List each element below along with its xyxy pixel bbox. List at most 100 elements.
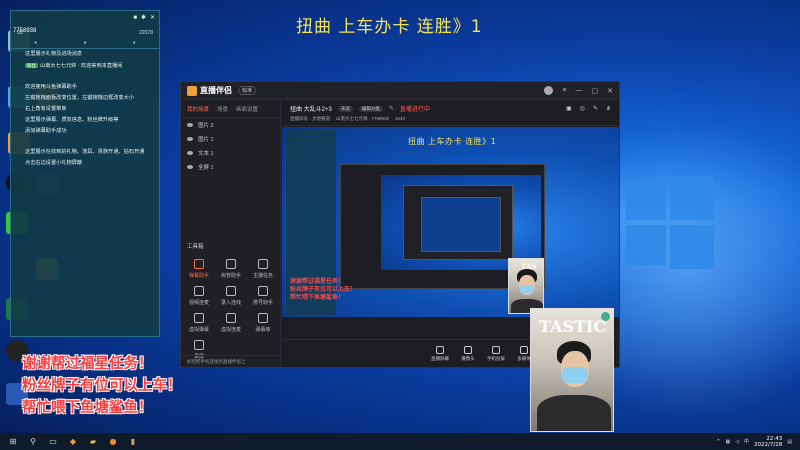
windows-logo-pane — [626, 225, 666, 265]
toolbox-heading: 工具箱 — [187, 244, 204, 250]
source-label: 图片 1 — [198, 137, 214, 143]
tab-picture-settings[interactable]: 画面设置 — [236, 105, 258, 113]
live-status: 直播进行中 — [399, 107, 430, 113]
eye-icon[interactable] — [187, 137, 193, 141]
search-icon[interactable]: ⚲ — [26, 436, 40, 448]
task-view-icon[interactable]: ▭ — [46, 436, 60, 448]
tool-icon — [226, 259, 236, 269]
chat-message: 右上角有设置菜单 — [11, 104, 159, 115]
chat-message-list: 这里展示礼物及进场消息 粉丝 山南大七七元帅 · 欢迎来到本直播间 欢迎使用斗鱼弹幕助… — [11, 49, 159, 169]
game-icon[interactable]: ● — [106, 436, 120, 448]
cam-print: TAS — [521, 262, 537, 271]
pin-icon[interactable]: ◎ — [580, 105, 585, 112]
danmu-chat-panel[interactable]: ■ ✱ ✕ 7758938 95 22078 ● ● ● 这里展示礼物及进场消息… — [10, 10, 160, 337]
capture-button[interactable]: 手机投屏 — [486, 345, 506, 362]
taskbar: ⊞ ⚲ ▭ ◆ ▰ ● ▮ ^ ▦ ◁ 中 22:43 2022/7/28 ▤ — [0, 433, 800, 450]
tool-icon — [258, 259, 268, 269]
tool-icon — [226, 286, 236, 296]
windows-logo-pane — [670, 225, 714, 269]
gear-icon[interactable]: ✱ — [141, 14, 146, 21]
tray-chevron-icon[interactable]: ^ — [716, 439, 720, 445]
tool-icon — [194, 286, 204, 296]
tool-button[interactable]: 房管助手 — [217, 259, 245, 279]
network-tray-icon[interactable]: ▦ — [725, 439, 730, 445]
edit-category-button[interactable]: 编辑分类 — [358, 105, 383, 112]
lock-icon[interactable]: ■ — [133, 15, 137, 21]
source-item[interactable]: 全屏 1 — [181, 160, 280, 174]
chat-message-text: 左键拖拽面板改变位置，左键拖拽边框改变大小 — [25, 95, 134, 101]
tool-button[interactable]: 虚拟连麦 — [217, 313, 245, 333]
capture-icon — [492, 345, 500, 354]
source-item[interactable]: 图片 1 — [181, 132, 280, 146]
source-label: 文本 1 — [198, 151, 214, 157]
minimize-icon[interactable]: — — [576, 87, 583, 94]
preview-banner-line: 谢谢帮过福星任务！ — [290, 278, 345, 285]
menu-icon[interactable]: ≡ — [562, 87, 566, 94]
webcam-small: TAS — [508, 258, 544, 314]
ime-icon[interactable]: 中 — [744, 438, 749, 445]
tool-button[interactable]: 虚拟弹幕 — [185, 313, 213, 333]
chat-message: 这里展示礼物及进场消息 — [11, 49, 159, 60]
clock-date: 2022/7/28 — [754, 441, 783, 448]
phone-connect-notice[interactable]: 如何把手机连接到直播伴侣上 — [181, 355, 281, 367]
system-tray: ^ ▦ ◁ 中 22:43 2022/7/28 ▤ — [716, 436, 800, 448]
app-taskbar-icon[interactable]: ▮ — [126, 436, 140, 448]
chat-tabs[interactable]: ● ● ● — [11, 38, 159, 49]
capture-button[interactable]: 直播屏幕 — [430, 345, 450, 362]
edit-icon[interactable]: ✎ — [389, 105, 394, 112]
edit-icon[interactable]: ✎ — [593, 105, 598, 112]
source-item[interactable]: 文本 1 — [181, 146, 280, 160]
streamer-info: 山南大七七元帅 · 7758938 — [336, 116, 390, 121]
stream-headline: 扭曲 上车办卡 连胜》1 — [296, 17, 483, 37]
close-icon[interactable]: ✕ — [607, 87, 613, 95]
clock[interactable]: 22:43 2022/7/28 — [754, 436, 782, 448]
eye-icon[interactable] — [187, 165, 193, 169]
room-tag[interactable]: 未读 — [337, 105, 353, 112]
volume-icon[interactable]: ◁ — [735, 439, 739, 445]
tool-button[interactable]: 录入连线 — [217, 286, 245, 306]
tool-button[interactable]: 弹幕库 — [249, 313, 277, 333]
header-actions: ▣ ◎ ✎ ⋔ — [566, 105, 611, 112]
capture-label: 摄像头 — [461, 355, 475, 361]
tool-label: 主播任务 — [252, 273, 273, 279]
tool-button[interactable]: 弹幕助手 — [185, 259, 213, 279]
tab-my-scene[interactable]: 我的场景 — [187, 105, 209, 113]
windows-logo-pane — [670, 176, 714, 220]
start-icon[interactable]: ⊞ — [6, 436, 20, 448]
tab-danmu[interactable]: ● — [34, 40, 37, 46]
capture-label: 直播屏幕 — [431, 355, 449, 361]
window-controls: ≡ — ▢ ✕ — [544, 86, 613, 95]
avatar[interactable] — [544, 86, 554, 95]
tool-button[interactable]: 视频连麦 — [185, 286, 213, 306]
chat-message: 点击右边设置小礼物屏蔽 — [11, 158, 159, 169]
tool-button[interactable]: 主播任务 — [249, 259, 277, 279]
room-title: 扭曲 大乱斗2+3 — [290, 107, 332, 113]
tool-icon — [194, 259, 204, 269]
eye-icon[interactable] — [187, 123, 193, 127]
capture-label: 手机投屏 — [487, 355, 505, 361]
viewer-count: 1640 — [395, 116, 406, 121]
preview-banner-line: 帮忙喂下鱼塘鲨鱼！ — [290, 294, 345, 301]
banner-line-2: 粉丝牌子有位可以上车！ — [22, 377, 182, 394]
eye-icon[interactable] — [187, 151, 193, 155]
tool-icon — [194, 340, 204, 350]
douyu-taskbar-icon[interactable]: ◆ — [66, 436, 80, 448]
tab-gift[interactable]: ● — [83, 40, 86, 46]
gift-icon[interactable]: ▣ — [566, 105, 572, 112]
tool-button[interactable]: 携号助手 — [249, 286, 277, 306]
close-icon[interactable]: ✕ — [150, 14, 155, 21]
share-icon[interactable]: ⋔ — [606, 105, 611, 112]
maximize-icon[interactable]: ▢ — [592, 87, 599, 95]
scene-panel: 我的场景 场景 画面设置 图片 2 图片 1 文本 1 全屏 1 工具箱 弹幕助… — [181, 101, 281, 367]
capture-button[interactable]: 摄像头 — [458, 345, 478, 362]
notification-icon[interactable]: ▤ — [787, 439, 792, 445]
source-item[interactable]: 图片 2 — [181, 118, 280, 132]
chat-message: 左键拖拽面板改变位置，左键拖拽边框改变大小 — [11, 93, 159, 104]
version-tag[interactable]: 标准 — [238, 86, 257, 95]
tab-scene[interactable]: 场景 — [217, 105, 228, 113]
brand-logo-icon — [187, 85, 197, 96]
chat-topbar: ■ ✱ ✕ — [11, 11, 159, 24]
source-label: 图片 2 — [198, 123, 214, 129]
file-explorer-icon[interactable]: ▰ — [86, 436, 100, 448]
tab-noble[interactable]: ● — [133, 40, 136, 46]
